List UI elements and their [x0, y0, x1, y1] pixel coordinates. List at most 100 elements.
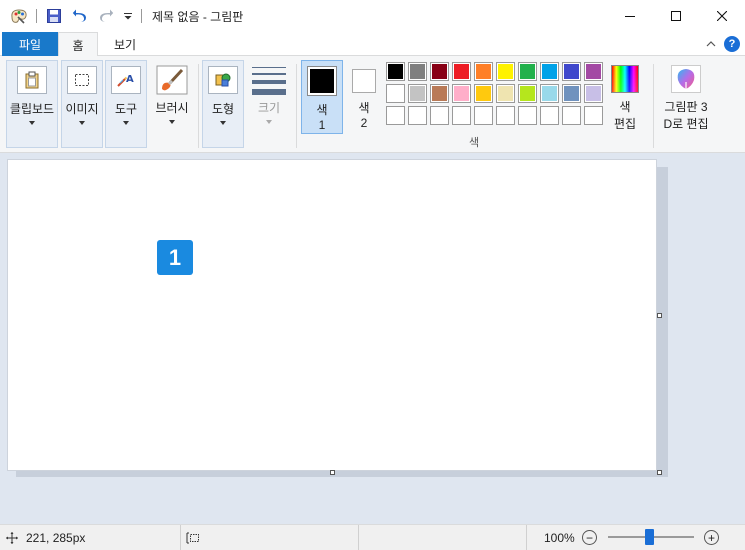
tools-button[interactable]: A 도구 [105, 60, 147, 148]
color1-button[interactable]: 색 1 [301, 60, 343, 134]
color2-button[interactable]: 색 2 [346, 60, 382, 132]
palette-color-fill [432, 86, 447, 101]
image-label: 이미지 [65, 102, 99, 116]
palette-color-cell[interactable] [518, 62, 537, 81]
quick-access-toolbar [0, 0, 148, 32]
tab-file[interactable]: 파일 [2, 32, 58, 56]
palette-color-cell[interactable] [386, 84, 405, 103]
palette-color-cell[interactable] [408, 106, 427, 125]
palette-color-cell[interactable] [386, 62, 405, 81]
tab-view[interactable]: 보기 [104, 32, 146, 56]
palette-color-fill [520, 108, 535, 123]
status-divider [358, 525, 359, 550]
edit-colors-label-1: 색 [619, 100, 631, 114]
resize-handle-right[interactable] [657, 313, 662, 318]
palette-color-cell[interactable] [540, 62, 559, 81]
paint3d-label-2: D로 편집 [663, 117, 709, 131]
help-button[interactable]: ? [724, 36, 740, 52]
resize-handle-corner[interactable] [657, 470, 662, 475]
palette-color-fill [432, 108, 447, 123]
clipboard-icon [17, 66, 47, 94]
resize-handle-bottom[interactable] [330, 470, 335, 475]
shapes-button[interactable]: 도형 [202, 60, 244, 148]
redo-icon[interactable] [95, 5, 117, 27]
save-icon[interactable] [43, 5, 65, 27]
palette-color-cell[interactable] [452, 84, 471, 103]
tab-home[interactable]: 홈 [58, 32, 98, 57]
svg-text:A: A [126, 74, 134, 85]
palette-color-cell[interactable] [584, 106, 603, 125]
palette-color-cell[interactable] [496, 106, 515, 125]
edit-colors-button[interactable]: 색 편집 [608, 60, 642, 132]
tools-icon: A [111, 66, 141, 94]
color1-number: 1 [318, 118, 326, 132]
minimize-button[interactable] [607, 0, 653, 32]
palette-color-fill [498, 86, 513, 101]
close-button[interactable] [699, 0, 745, 32]
brush-icon [155, 64, 189, 96]
palette-color-cell[interactable] [562, 84, 581, 103]
zoom-out-button[interactable]: − [582, 530, 597, 545]
palette-color-cell[interactable] [518, 106, 537, 125]
palette-color-cell[interactable] [430, 84, 449, 103]
palette-color-cell[interactable] [562, 62, 581, 81]
palette-color-fill [454, 108, 469, 123]
paint-app-icon[interactable] [8, 5, 30, 27]
status-divider [180, 525, 181, 550]
palette-color-cell[interactable] [474, 106, 493, 125]
palette-color-fill [410, 108, 425, 123]
palette-color-cell[interactable] [408, 84, 427, 103]
palette-color-cell[interactable] [584, 62, 603, 81]
line-size-icon [252, 67, 286, 95]
palette-color-cell[interactable] [452, 62, 471, 81]
palette-color-cell[interactable] [452, 106, 471, 125]
chevron-down-icon [220, 121, 226, 125]
size-label: 크기 [257, 101, 281, 115]
palette-color-cell[interactable] [540, 84, 559, 103]
palette-color-cell[interactable] [518, 84, 537, 103]
collapse-ribbon-button[interactable] [703, 36, 719, 52]
palette-color-fill [542, 108, 557, 123]
palette-color-fill [520, 64, 535, 79]
undo-icon[interactable] [69, 5, 91, 27]
palette-color-fill [432, 64, 447, 79]
clipboard-button[interactable]: 클립보드 [6, 60, 58, 148]
selection-size [186, 525, 200, 550]
palette-color-cell[interactable] [540, 106, 559, 125]
brushes-button[interactable]: 브러시 [150, 60, 194, 148]
palette-color-cell[interactable] [474, 84, 493, 103]
palette-color-fill [476, 86, 491, 101]
select-icon [67, 66, 97, 94]
palette-color-fill [388, 64, 403, 79]
maximize-icon [671, 11, 681, 21]
palette-color-cell[interactable] [562, 106, 581, 125]
palette-color-cell[interactable] [386, 106, 405, 125]
edit-with-paint3d-button[interactable]: 그림판 3 D로 편집 [658, 60, 714, 132]
clipboard-label: 클립보드 [9, 102, 55, 116]
palette-color-fill [542, 64, 557, 79]
palette-color-cell[interactable] [496, 84, 515, 103]
color1-swatch [307, 66, 337, 96]
palette-color-cell[interactable] [408, 62, 427, 81]
status-divider [526, 525, 527, 550]
palette-color-cell[interactable] [474, 62, 493, 81]
palette-color-cell[interactable] [430, 106, 449, 125]
drawing-canvas[interactable] [7, 159, 657, 471]
tools-label: 도구 [114, 102, 138, 116]
brushes-label: 브러시 [155, 101, 189, 115]
window-title: 제목 없음 - 그림판 [152, 9, 244, 24]
palette-color-fill [586, 86, 601, 101]
palette-color-fill [586, 64, 601, 79]
palette-color-cell[interactable] [496, 62, 515, 81]
image-button[interactable]: 이미지 [61, 60, 103, 148]
customize-dropdown-icon[interactable] [121, 5, 135, 27]
zoom-in-button[interactable]: + [704, 530, 719, 545]
palette-color-cell[interactable] [430, 62, 449, 81]
paint3d-icon [671, 65, 701, 93]
color1-label: 색 [316, 103, 328, 117]
zoom-slider-thumb[interactable] [645, 529, 654, 545]
status-bar: 221, 285px 100% − + [0, 524, 745, 550]
palette-color-cell[interactable] [584, 84, 603, 103]
palette-color-fill [476, 108, 491, 123]
maximize-button[interactable] [653, 0, 699, 32]
